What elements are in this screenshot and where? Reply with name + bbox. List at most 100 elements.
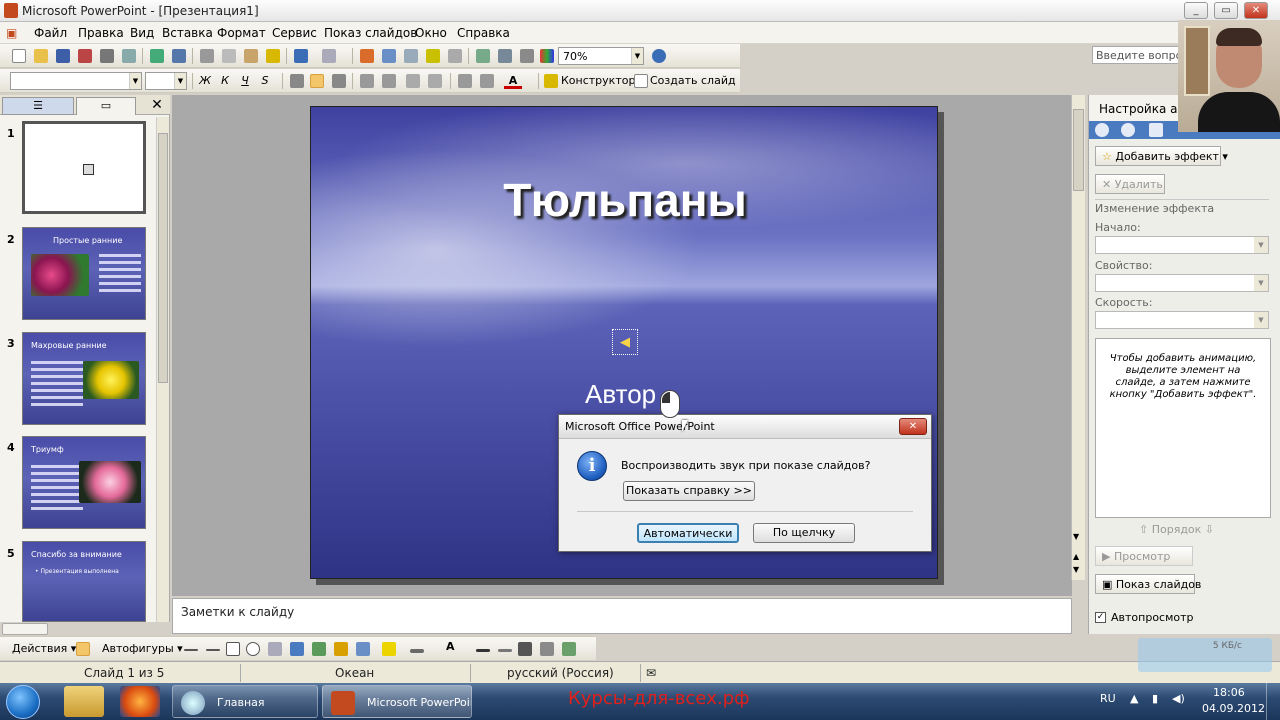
scroll-thumb[interactable] (1073, 109, 1084, 191)
minimize-button[interactable]: _ (1184, 2, 1208, 19)
fill-color-icon[interactable] (382, 642, 396, 656)
show-desktop-button[interactable] (1266, 683, 1280, 720)
start-button[interactable] (6, 685, 40, 719)
font-size-select[interactable]: ▼ (145, 72, 187, 90)
help-question-input[interactable]: Введите вопрос (1092, 46, 1182, 64)
property-select[interactable]: ▼ (1095, 274, 1269, 292)
show-formatting-icon[interactable] (498, 49, 512, 63)
insert-diagram-icon[interactable] (426, 49, 440, 63)
oval-icon[interactable] (246, 642, 260, 656)
clock-date[interactable]: 04.09.2012 (1202, 702, 1265, 715)
insert-chart-icon[interactable] (360, 49, 374, 63)
tab-slides[interactable]: ▭ (76, 97, 136, 115)
slide-vertical-scrollbar[interactable]: ▼ ▲ ▼ (1071, 95, 1085, 580)
permission-icon[interactable] (78, 49, 92, 63)
back-icon[interactable] (1095, 123, 1109, 137)
language-indicator[interactable]: русский (Россия) (507, 666, 614, 680)
line-color-icon[interactable] (410, 649, 424, 653)
line-icon[interactable] (184, 649, 198, 651)
bullets-icon[interactable] (382, 74, 396, 88)
decrease-indent-icon[interactable] (458, 74, 472, 88)
designer-button[interactable]: Конструктор (561, 74, 635, 87)
new-icon[interactable] (12, 49, 26, 63)
menu-help[interactable]: Справка (457, 26, 510, 40)
menu-doc-icon[interactable]: ▣ (6, 26, 17, 40)
automatic-button[interactable]: Автоматически (637, 523, 739, 543)
zoom-select[interactable]: 70% ▼ (558, 47, 644, 65)
save-icon[interactable] (56, 49, 70, 63)
hyperlink-icon[interactable] (448, 49, 462, 63)
slide-thumbnail-3[interactable]: Махровые ранние (22, 332, 146, 425)
notes-pane[interactable]: Заметки к слайду (172, 598, 1072, 634)
align-center-icon[interactable] (310, 74, 324, 88)
reorder-control[interactable]: ⇧ Порядок ⇩ (1139, 523, 1214, 536)
sound-object[interactable]: ◀ (612, 329, 638, 355)
close-window-button[interactable]: ✕ (1244, 2, 1268, 19)
previous-slide-icon[interactable]: ▲ (1073, 552, 1079, 561)
menu-edit[interactable]: Правка (78, 26, 124, 40)
firefox-icon[interactable] (120, 686, 160, 717)
menu-format[interactable]: Формат (217, 26, 266, 40)
shadow-button[interactable]: S (256, 73, 274, 89)
numbering-icon[interactable] (360, 74, 374, 88)
font-color-button[interactable]: A (504, 73, 522, 89)
textbox-icon[interactable] (268, 642, 282, 656)
slide-author-text[interactable]: Автор (585, 379, 656, 410)
redo-icon[interactable] (322, 49, 336, 63)
italic-button[interactable]: К (216, 73, 234, 89)
slide-thumbnail-2[interactable]: Простые ранние (22, 227, 146, 320)
research-icon[interactable] (172, 49, 186, 63)
arrow-style-icon[interactable] (518, 642, 532, 656)
align-left-icon[interactable] (290, 74, 304, 88)
preview-button[interactable]: ▶ Просмотр (1095, 546, 1193, 566)
taskbar-item-main[interactable]: Главная (172, 685, 318, 718)
maximize-button[interactable]: ▭ (1214, 2, 1238, 19)
add-effect-button[interactable]: ☆ Добавить эффект ▾ (1095, 146, 1228, 166)
bold-button[interactable]: Ж (196, 73, 214, 89)
underline-button[interactable]: Ч (236, 73, 254, 89)
wordart-icon[interactable] (290, 642, 304, 656)
insert-table-icon[interactable] (382, 49, 396, 63)
show-help-button[interactable]: Показать справку >> (623, 481, 755, 501)
increase-font-icon[interactable] (406, 74, 420, 88)
remove-effect-button[interactable]: ✕ Удалить (1095, 174, 1165, 194)
menu-file[interactable]: Файл (34, 26, 67, 40)
scroll-thumb[interactable] (158, 133, 168, 383)
3d-style-icon[interactable] (562, 642, 576, 656)
copy-icon[interactable] (222, 49, 236, 63)
picture-icon[interactable] (356, 642, 370, 656)
menu-tools[interactable]: Сервис (272, 26, 317, 40)
draw-font-color-icon[interactable]: A (446, 640, 460, 654)
actions-menu[interactable]: Действия ▾ (12, 642, 76, 655)
diagram-icon[interactable] (312, 642, 326, 656)
slide-thumbnail-5[interactable]: Спасибо за внимание • Презентация выполн… (22, 541, 146, 622)
slide-thumbnail-1[interactable] (22, 121, 146, 214)
tables-borders-icon[interactable] (404, 49, 418, 63)
menu-window[interactable]: Окно (415, 26, 447, 40)
autoshapes-menu[interactable]: Автофигуры ▾ (102, 642, 183, 655)
start-select[interactable]: ▼ (1095, 236, 1269, 254)
increase-indent-icon[interactable] (480, 74, 494, 88)
arrow-icon[interactable] (206, 649, 220, 651)
menu-insert[interactable]: Вставка (162, 26, 213, 40)
slide-title[interactable]: Тюльпаны (311, 173, 937, 227)
new-slide-icon[interactable] (634, 74, 648, 88)
explorer-icon[interactable] (64, 686, 104, 717)
spelling-icon[interactable] (150, 49, 164, 63)
volume-icon[interactable]: ◀) (1172, 692, 1185, 705)
decrease-font-icon[interactable] (428, 74, 442, 88)
paste-icon[interactable] (244, 49, 258, 63)
select-pointer-icon[interactable] (76, 642, 90, 656)
undo-icon[interactable] (294, 49, 308, 63)
scroll-down-icon[interactable]: ▼ (1073, 532, 1079, 541)
slide-thumbnail-4[interactable]: Триумф (22, 436, 146, 529)
network-icon[interactable]: ▮ (1152, 692, 1158, 705)
view-buttons[interactable] (2, 623, 48, 635)
language-tray[interactable]: RU (1100, 692, 1116, 705)
taskbar-item-powerpoint[interactable]: Microsoft PowerPoint... (322, 685, 472, 718)
color-grayscale-icon[interactable] (540, 49, 554, 63)
new-slide-button[interactable]: Создать слайд (650, 74, 736, 87)
print-icon[interactable] (100, 49, 114, 63)
help-icon[interactable] (652, 49, 666, 63)
grid-icon[interactable] (520, 49, 534, 63)
